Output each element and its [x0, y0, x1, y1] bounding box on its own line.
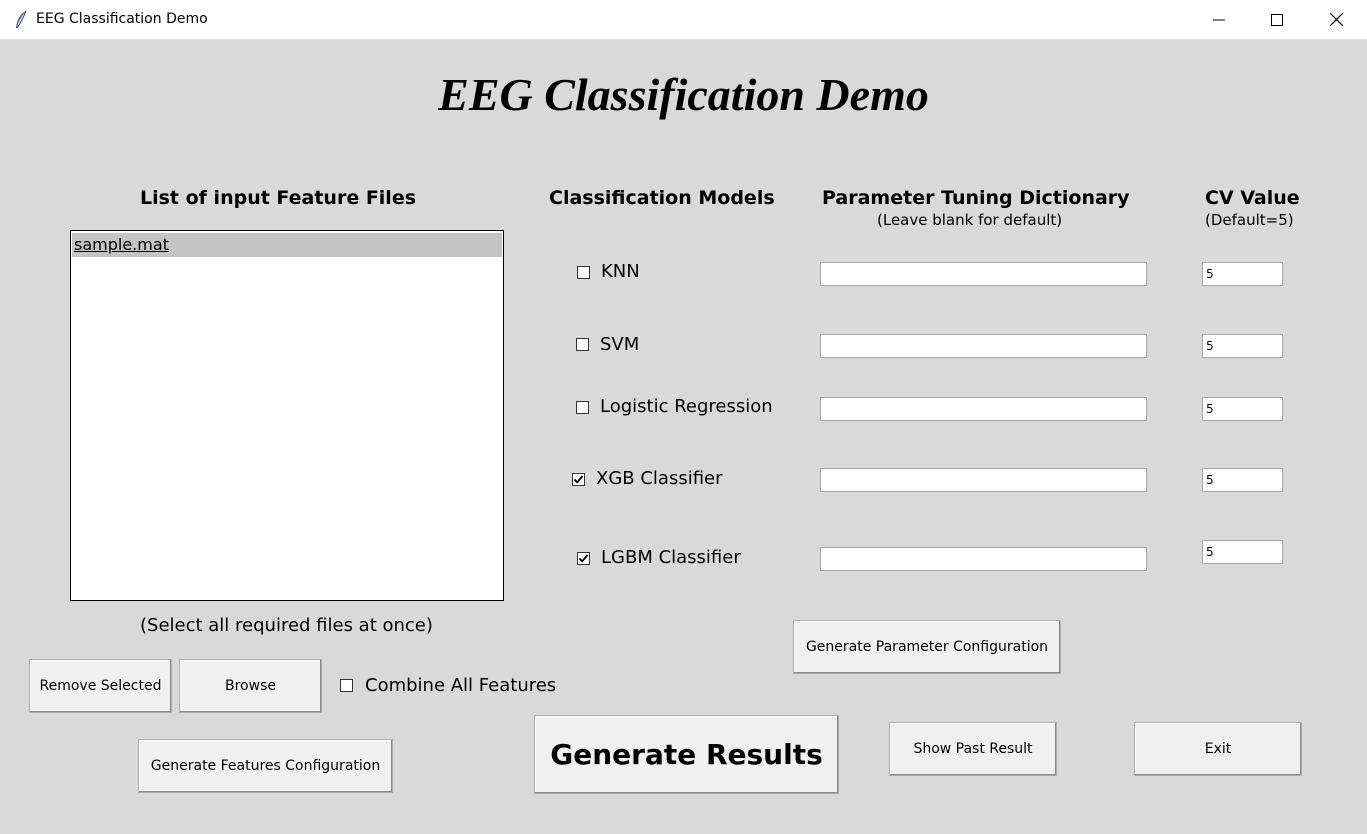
minimize-button[interactable] [1190, 0, 1248, 39]
list-item[interactable]: sample.mat [72, 233, 502, 257]
cv-subheader: (Default=5) [1205, 211, 1294, 229]
feather-icon [16, 10, 27, 29]
show-past-result-button[interactable]: Show Past Result [889, 722, 1057, 776]
param-header: Parameter Tuning Dictionary [822, 187, 1130, 209]
maximize-button[interactable] [1248, 0, 1306, 39]
lgbm-label: LGBM Classifier [601, 547, 741, 568]
combine-features-label: Combine All Features [365, 675, 557, 696]
svm-params-input[interactable] [820, 334, 1147, 358]
xgb-label: XGB Classifier [596, 468, 723, 489]
knn-checkbox[interactable] [577, 266, 590, 279]
models-header: Classification Models [549, 187, 775, 209]
logistic-regression-checkbox[interactable] [576, 401, 589, 414]
title-bar: EEG Classification Demo [0, 0, 1367, 40]
page-title: EEG Classification Demo [438, 69, 929, 120]
generate-param-config-button[interactable]: Generate Parameter Configuration [793, 620, 1061, 674]
minimize-icon [1213, 19, 1225, 20]
generate-features-config-button[interactable]: Generate Features Configuration [138, 739, 393, 793]
lgbm-checkbox[interactable] [577, 552, 590, 565]
window-title: EEG Classification Demo [36, 11, 208, 27]
close-button[interactable] [1307, 0, 1365, 39]
lgbm-cv-input[interactable] [1202, 540, 1283, 564]
cv-header: CV Value [1205, 187, 1300, 209]
browse-button[interactable]: Browse [179, 659, 322, 713]
checkmark-icon [573, 475, 584, 484]
remove-selected-button[interactable]: Remove Selected [29, 659, 172, 713]
svm-cv-input[interactable] [1202, 334, 1283, 358]
logistic-regression-label: Logistic Regression [600, 396, 773, 417]
logistic-regression-params-input[interactable] [820, 397, 1147, 421]
file-name: sample.mat [74, 235, 169, 254]
logistic-regression-cv-input[interactable] [1202, 397, 1283, 421]
generate-results-button[interactable]: Generate Results [534, 715, 839, 794]
files-header: List of input Feature Files [140, 187, 417, 209]
svm-label: SVM [600, 334, 640, 355]
exit-button[interactable]: Exit [1134, 722, 1302, 776]
close-icon [1329, 13, 1343, 26]
lgbm-params-input[interactable] [820, 547, 1147, 571]
knn-cv-input[interactable] [1202, 262, 1283, 286]
param-subheader: (Leave blank for default) [877, 211, 1063, 229]
files-hint: (Select all required files at once) [140, 615, 433, 636]
maximize-icon [1271, 13, 1283, 26]
checkmark-icon [578, 554, 589, 563]
combine-features-checkbox[interactable] [340, 679, 353, 692]
file-listbox[interactable]: sample.mat [70, 230, 504, 601]
knn-label: KNN [601, 261, 640, 282]
xgb-checkbox[interactable] [572, 473, 585, 486]
xgb-cv-input[interactable] [1202, 468, 1283, 492]
svm-checkbox[interactable] [576, 338, 589, 351]
xgb-params-input[interactable] [820, 468, 1147, 492]
knn-params-input[interactable] [820, 262, 1147, 286]
